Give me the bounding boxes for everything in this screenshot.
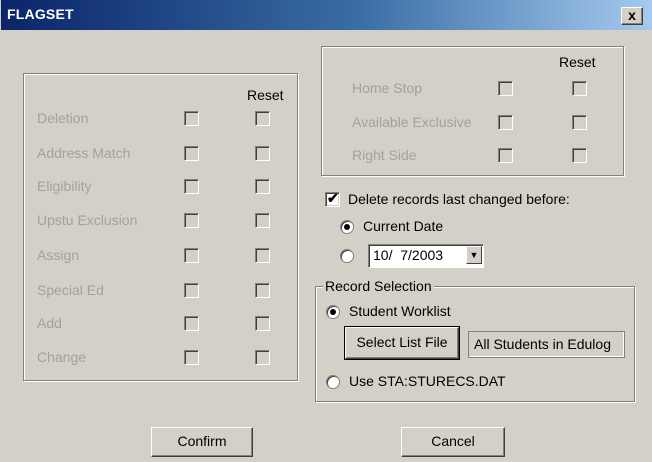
current-date-label: Current Date bbox=[363, 218, 444, 234]
use-sta-label: Use STA:STURECS.DAT bbox=[349, 373, 506, 389]
flag-label-assign: Assign bbox=[37, 247, 80, 263]
cancel-button[interactable]: Cancel bbox=[401, 427, 505, 457]
reset-checkbox-deletion[interactable] bbox=[255, 111, 270, 126]
flag-checkbox-available-exclusive[interactable] bbox=[498, 115, 513, 130]
reset-checkbox-assign[interactable] bbox=[255, 248, 270, 263]
close-button[interactable]: x bbox=[621, 7, 643, 25]
window-title: FLAGSET bbox=[7, 6, 74, 22]
left-reset-header: Reset bbox=[247, 87, 284, 103]
checkmark-icon: ✔ bbox=[327, 190, 339, 206]
flag-label-right-side: Right Side bbox=[352, 147, 417, 163]
confirm-label: Confirm bbox=[177, 433, 227, 449]
use-sta-radio[interactable] bbox=[326, 375, 340, 389]
flagset-dialog: FLAGSET x Reset Deletion Address Match E… bbox=[0, 0, 652, 462]
flag-checkbox-special-ed[interactable] bbox=[184, 283, 199, 298]
reset-checkbox-right-side[interactable] bbox=[572, 148, 587, 163]
flag-label-change: Change bbox=[37, 349, 87, 365]
flag-checkbox-address-match[interactable] bbox=[184, 146, 199, 161]
reset-checkbox-change[interactable] bbox=[255, 350, 270, 365]
flag-checkbox-change[interactable] bbox=[184, 350, 199, 365]
current-date-radio[interactable] bbox=[340, 220, 354, 234]
list-file-display: All Students in Edulog bbox=[468, 331, 625, 358]
flag-label-home-stop: Home Stop bbox=[352, 80, 423, 96]
flag-checkbox-home-stop[interactable] bbox=[498, 81, 513, 96]
flag-label-eligibility: Eligibility bbox=[37, 178, 92, 194]
flag-checkbox-add[interactable] bbox=[184, 316, 199, 331]
reset-checkbox-available-exclusive[interactable] bbox=[572, 115, 587, 130]
delete-records-checkbox[interactable]: ✔ bbox=[325, 190, 340, 207]
flag-label-special-ed: Special Ed bbox=[37, 282, 104, 298]
title-bar: FLAGSET x bbox=[1, 0, 652, 30]
radio-selected-icon bbox=[344, 224, 350, 230]
flag-label-add: Add bbox=[37, 315, 62, 331]
reset-checkbox-add[interactable] bbox=[255, 316, 270, 331]
reset-checkbox-upstu-exclusion[interactable] bbox=[255, 213, 270, 228]
flag-checkbox-assign[interactable] bbox=[184, 248, 199, 263]
radio-selected-icon bbox=[330, 309, 336, 315]
flag-checkbox-upstu-exclusion[interactable] bbox=[184, 213, 199, 228]
reset-checkbox-special-ed[interactable] bbox=[255, 283, 270, 298]
flag-label-address-match: Address Match bbox=[37, 145, 131, 161]
select-list-file-label: Select List File bbox=[356, 334, 448, 350]
student-worklist-radio[interactable] bbox=[326, 305, 340, 319]
flag-checkbox-deletion[interactable] bbox=[184, 111, 199, 126]
flag-label-deletion: Deletion bbox=[37, 110, 89, 126]
record-selection-legend: Record Selection bbox=[323, 278, 434, 294]
delete-records-label: Delete records last changed before: bbox=[348, 191, 570, 207]
student-worklist-label: Student Worklist bbox=[349, 303, 451, 319]
date-value: 10/ 7/2003 bbox=[373, 247, 444, 263]
date-picker[interactable]: 10/ 7/2003 ▼ bbox=[368, 244, 484, 268]
dropdown-arrow-icon[interactable]: ▼ bbox=[466, 246, 482, 264]
select-list-file-button[interactable]: Select List File bbox=[344, 326, 460, 360]
confirm-button[interactable]: Confirm bbox=[151, 427, 253, 457]
specific-date-radio[interactable] bbox=[340, 249, 354, 263]
close-icon: x bbox=[628, 7, 636, 23]
reset-checkbox-home-stop[interactable] bbox=[572, 81, 587, 96]
cancel-label: Cancel bbox=[431, 433, 475, 449]
flag-checkbox-right-side[interactable] bbox=[498, 148, 513, 163]
right-reset-header: Reset bbox=[559, 54, 596, 70]
flag-checkbox-eligibility[interactable] bbox=[184, 179, 199, 194]
reset-checkbox-eligibility[interactable] bbox=[255, 179, 270, 194]
flag-label-upstu-exclusion: Upstu Exclusion bbox=[37, 212, 138, 228]
flag-label-available-exclusive: Available Exclusive bbox=[352, 114, 472, 130]
reset-checkbox-address-match[interactable] bbox=[255, 146, 270, 161]
